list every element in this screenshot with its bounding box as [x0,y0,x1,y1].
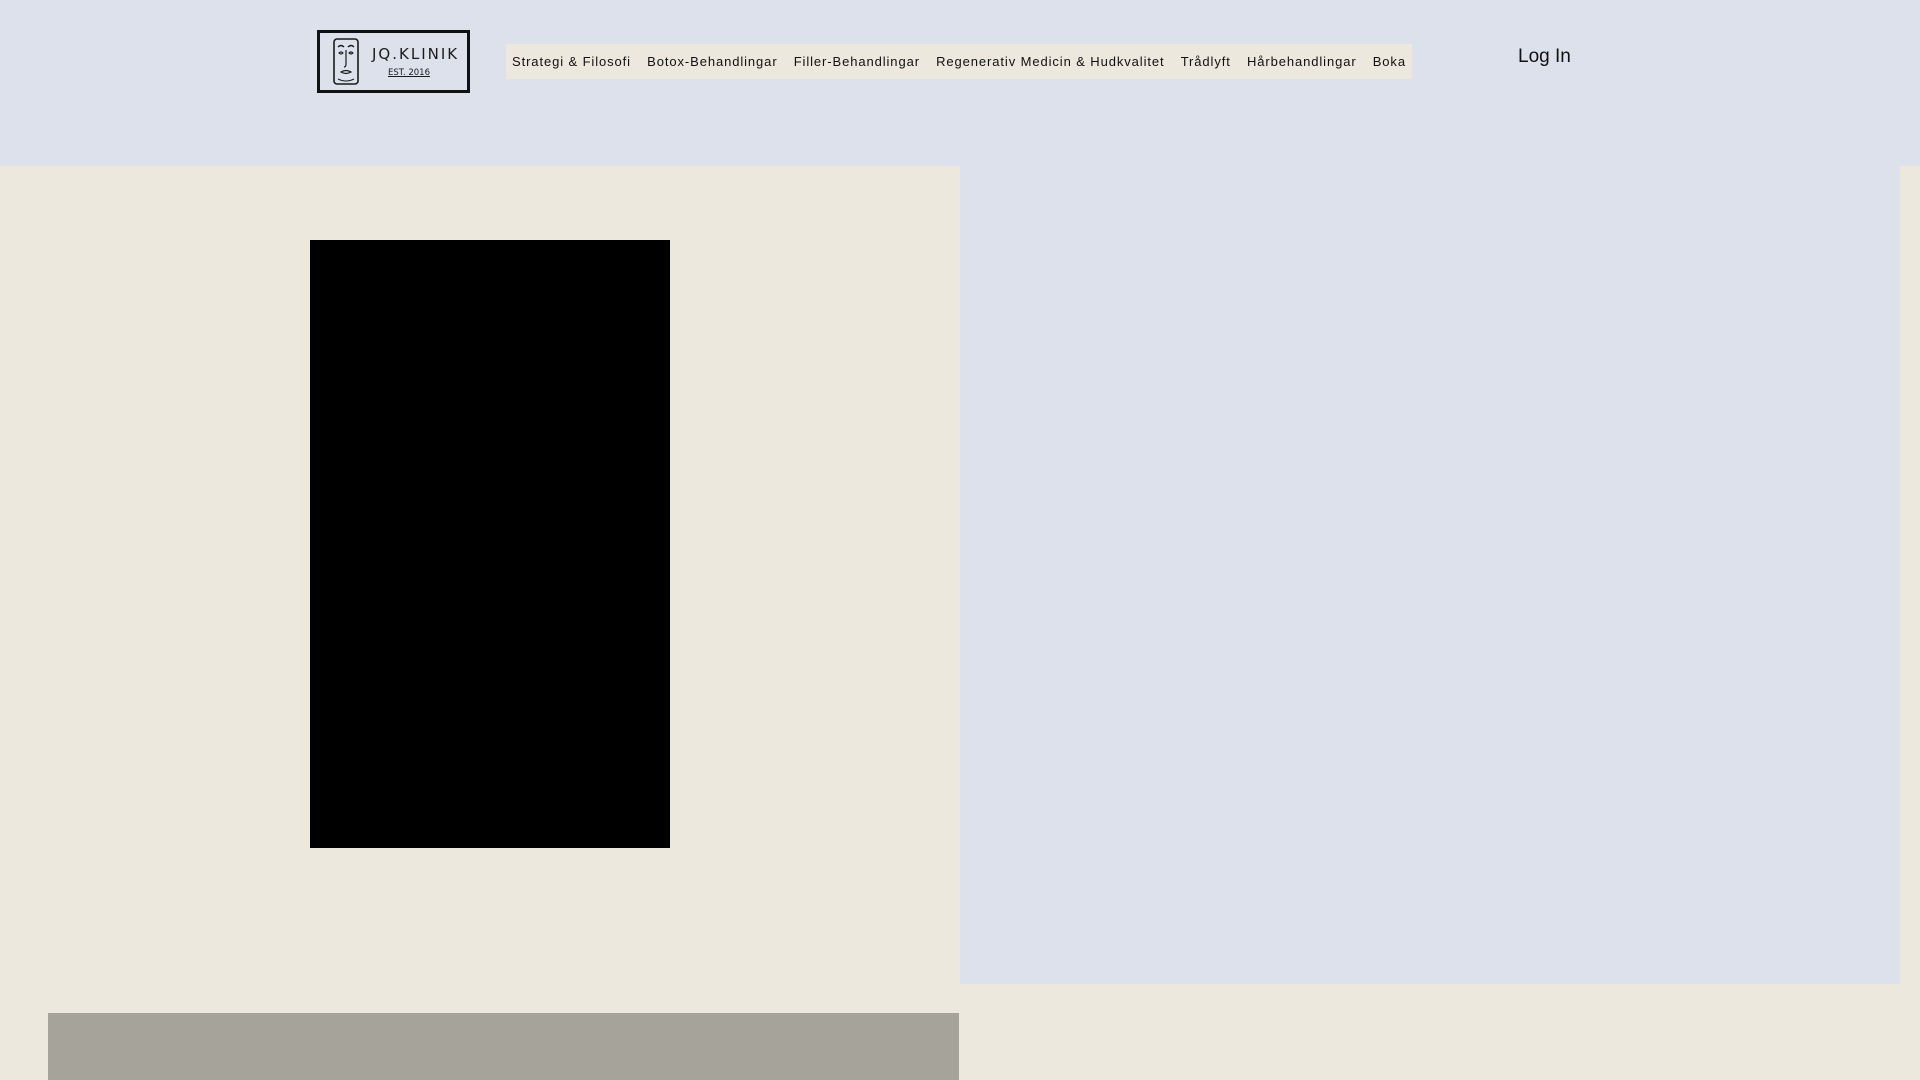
nav-item-tradlyft[interactable]: Trådlyft [1181,54,1231,69]
bottom-section-strip [48,1013,959,1080]
face-logo-icon [333,38,359,85]
video-player[interactable] [310,240,670,848]
page: JQ.KLINIK EST. 2016 Strategi & Filosofi … [0,0,1920,1080]
nav-item-regenerativ-medicin[interactable]: Regenerativ Medicin & Hudkvalitet [936,54,1164,69]
login-button[interactable]: Log In [1518,46,1571,68]
nav-item-filler[interactable]: Filler-Behandlingar [794,54,920,69]
nav-item-harbehandlingar[interactable]: Hårbehandlingar [1247,54,1357,69]
nav-item-boka[interactable]: Boka [1373,54,1406,69]
site-header: JQ.KLINIK EST. 2016 Strategi & Filosofi … [0,0,1920,166]
nav-item-strategi-filosofi[interactable]: Strategi & Filosofi [512,54,631,69]
logo-name: JQ.KLINIK [372,45,460,63]
right-content-panel [960,166,1900,984]
nav-item-botox[interactable]: Botox-Behandlingar [647,54,777,69]
main-nav: Strategi & Filosofi Botox-Behandlingar F… [506,44,1412,79]
site-logo[interactable]: JQ.KLINIK EST. 2016 [317,30,470,93]
logo-established: EST. 2016 [388,68,430,78]
